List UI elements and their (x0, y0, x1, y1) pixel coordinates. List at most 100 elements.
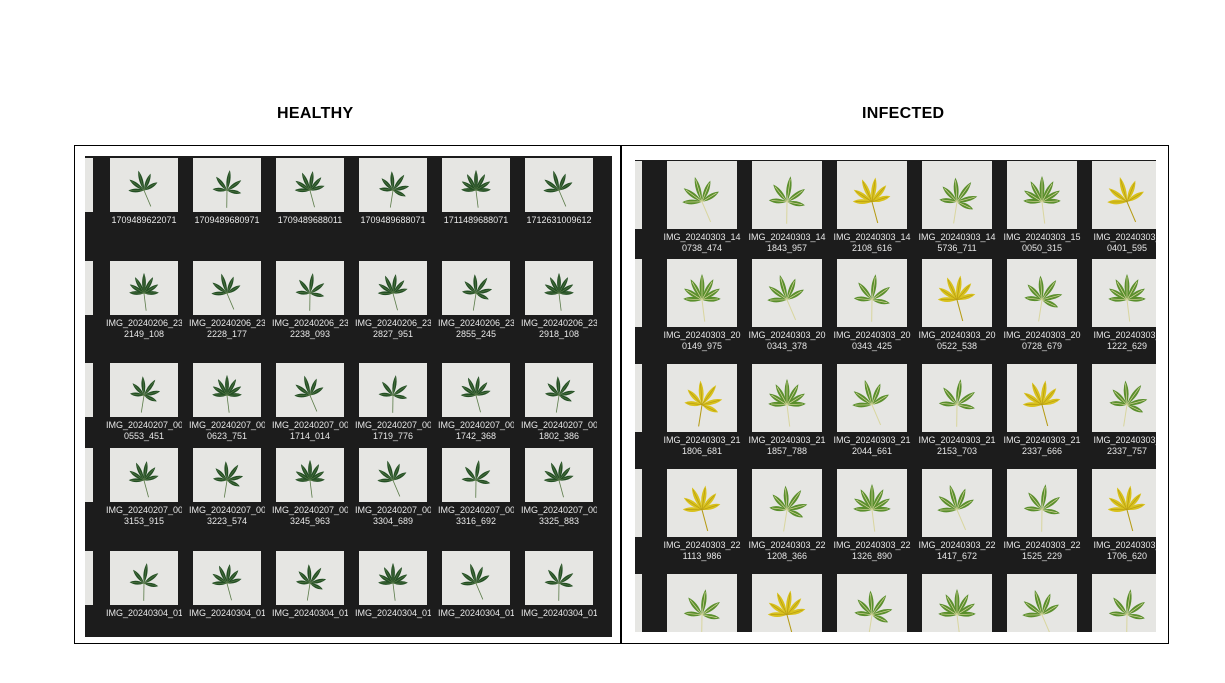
file-name-caption: 3245_963 (289, 516, 331, 526)
leaf-photo (359, 363, 427, 417)
file-name-caption: 1709489680971 (194, 215, 260, 225)
file-name-caption: 0050_315 (1021, 243, 1063, 253)
partial-thumbnail-image (635, 574, 642, 632)
leaf-photo (359, 551, 427, 605)
leaf-photo (1092, 364, 1156, 432)
leaf-photo (667, 469, 737, 537)
file-name-caption: 3316_692 (455, 516, 497, 526)
leaf-photo (1007, 364, 1077, 432)
leaf-photo (110, 448, 178, 502)
leaf-photo (442, 261, 510, 315)
file-name-caption: IMG_20240304_01 (355, 608, 431, 618)
file-name-caption: 0343_378 (766, 341, 808, 351)
partial-thumbnail-image (635, 259, 642, 327)
file-name-caption: IMG_20240207_00 (521, 505, 597, 515)
leaf-photo (193, 448, 261, 502)
file-name-caption: 1326_890 (851, 551, 893, 561)
leaf-photo (525, 551, 593, 605)
file-name-caption: IMG_20240207_00 (106, 505, 182, 515)
file-name-caption: 1709489688071 (360, 215, 426, 225)
leaf-photo (276, 551, 344, 605)
leaf-photo (193, 363, 261, 417)
file-name-caption: 1525_229 (1021, 551, 1063, 561)
leaf-photo (442, 551, 510, 605)
file-name-caption: 1712631009612 (526, 215, 592, 225)
file-name-caption: 2108_616 (851, 243, 893, 253)
file-name-caption: 1742_368 (455, 431, 497, 441)
file-name-caption: 1806_681 (681, 446, 723, 456)
leaf-photo (837, 161, 907, 229)
file-name-caption: IMG_20240206_23 (272, 318, 348, 328)
file-name-caption: IMG_20240303_21 (918, 435, 996, 445)
file-name-caption: IMG_20240207_00 (189, 505, 265, 515)
leaf-photo (1007, 259, 1077, 327)
file-name-caption: IMG_20240303_20 (1003, 330, 1081, 340)
leaf-photo (752, 259, 822, 327)
file-name-caption: IMG_20240207_00 (106, 420, 182, 430)
leaf-photo (193, 551, 261, 605)
file-name-caption: IMG_20240206_23 (521, 318, 597, 328)
file-name-caption: IMG_20240303_20 (748, 330, 826, 340)
file-name-caption: IMG_20240303_21 (1003, 435, 1081, 445)
file-name-caption: 0738_474 (681, 243, 723, 253)
partial-thumbnail-image (635, 161, 642, 229)
file-name-caption: IMG_20240206_23 (106, 318, 182, 328)
file-name-caption: 3325_883 (538, 516, 580, 526)
leaf-photo (276, 261, 344, 315)
file-name-caption: IMG_20240206_23 (189, 318, 265, 328)
file-name-caption: 3304_689 (372, 516, 414, 526)
file-name-caption: 1857_788 (766, 446, 808, 456)
leaf-photo (1092, 469, 1156, 537)
leaf-photo (667, 574, 737, 632)
file-name-caption: IMG_20240206_23 (438, 318, 514, 328)
leaf-photo (525, 158, 593, 212)
file-name-caption: IMG_20240303_22 (833, 540, 911, 550)
file-name-caption: IMG_20240303_14 (918, 232, 996, 242)
file-name-caption: IMG_20240207_00 (438, 505, 514, 515)
file-name-caption: 2238_093 (289, 329, 331, 339)
leaf-photo (110, 158, 178, 212)
leaf-photo (1007, 469, 1077, 537)
file-name-caption: 1706_620 (1106, 551, 1148, 561)
file-name-caption: IMG_20240303_22 (1003, 540, 1081, 550)
leaf-photo (359, 448, 427, 502)
leaf-photo (1092, 161, 1156, 229)
leaf-photo (1092, 259, 1156, 327)
partial-thumbnail-image (635, 469, 642, 537)
file-name-caption: IMG_20240207_00 (272, 505, 348, 515)
file-name-caption: IMG_20240304_01 (106, 608, 182, 618)
file-name-caption: IMG_20240303_15 (1003, 232, 1081, 242)
leaf-photo (1007, 161, 1077, 229)
leaf-photo (442, 158, 510, 212)
leaf-photo (276, 158, 344, 212)
file-name-caption: IMG_20240207_00 (189, 420, 265, 430)
file-name-caption: 0728_679 (1021, 341, 1063, 351)
leaf-photo (667, 259, 737, 327)
file-name-caption: 1208_366 (766, 551, 808, 561)
partial-thumbnail-image (85, 158, 93, 212)
file-name-caption: IMG_20240206_23 (355, 318, 431, 328)
leaf-photo (525, 448, 593, 502)
file-name-caption: 1417_672 (936, 551, 978, 561)
file-name-caption: 2918_108 (538, 329, 580, 339)
leaf-photo (837, 574, 907, 632)
file-name-caption: IMG_20240304_01 (189, 608, 265, 618)
file-name-caption: IMG_20240207_00 (355, 505, 431, 515)
leaf-photo (193, 261, 261, 315)
leaf-photo (442, 448, 510, 502)
leaf-photo (922, 259, 992, 327)
file-name-caption: IMG_20240303_ (1093, 540, 1156, 550)
file-name-caption: 0553_451 (123, 431, 165, 441)
leaf-photo (442, 363, 510, 417)
leaf-photo (752, 469, 822, 537)
infected-image-grid: 6_21IMG_20240303_140738_474IMG_20240303_… (635, 160, 1156, 632)
file-name-caption: 0623_751 (206, 431, 248, 441)
leaf-photo (837, 259, 907, 327)
file-name-caption: IMG_20240303_ (1093, 435, 1156, 445)
file-name-caption: 2827_951 (372, 329, 414, 339)
file-name-caption: 5736_711 (937, 243, 977, 253)
leaf-photo (359, 261, 427, 315)
file-name-caption: 0343_425 (851, 341, 893, 351)
leaf-photo (922, 161, 992, 229)
file-name-caption: 1709489622071 (111, 215, 177, 225)
